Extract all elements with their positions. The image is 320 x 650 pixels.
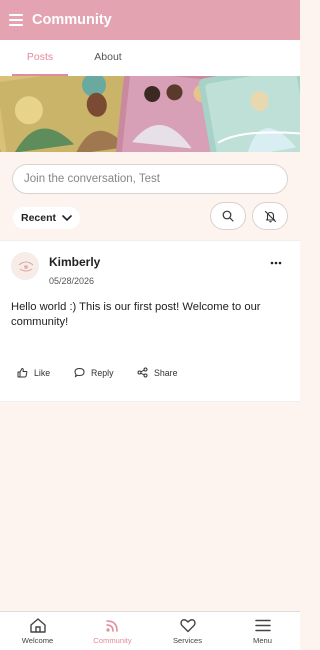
notifications-off-button[interactable] [252,202,288,230]
post-actions: Like Reply Share [0,367,300,383]
search-icon [222,210,234,222]
nav-welcome-label: Welcome [21,636,54,645]
nav-services[interactable]: Services [150,612,225,650]
feed-controls: Join the conversation, Test Recent [0,152,300,240]
share-label: Share [154,367,178,378]
post-body: Hello world :) This is our first post! W… [11,301,261,328]
bottom-navigation: Welcome Community Services Menu [0,611,300,650]
avatar[interactable] [11,252,39,280]
bell-off-icon [264,210,276,222]
nav-welcome[interactable]: Welcome [0,612,75,650]
page-title: Community [32,12,112,28]
post-card: Kimberly 05/28/2026 Hello world :) This … [0,240,300,402]
post-author[interactable]: Kimberly [49,255,100,269]
chevron-down-icon [62,214,72,221]
sort-dropdown-label: Recent [21,212,57,224]
community-banner-image [0,76,300,152]
home-icon [29,618,46,633]
tab-about[interactable]: About [68,40,148,76]
share-icon [137,367,148,378]
nav-community[interactable]: Community [75,612,150,650]
sort-dropdown[interactable]: Recent [13,207,81,229]
thumbs-up-icon [17,368,28,378]
app-bar: Community [0,0,300,40]
join-conversation-input[interactable]: Join the conversation, Test [12,164,288,194]
heart-icon [179,619,196,633]
like-label: Like [34,367,51,378]
reply-button[interactable]: Reply [74,367,114,378]
nav-services-label: Services [172,636,203,645]
menu-icon [254,619,271,632]
nav-menu-label: Menu [253,636,272,645]
broadcast-icon [105,620,118,632]
post-date: 05/28/2026 [49,276,95,286]
tab-bar: Posts About [0,40,300,76]
nav-community-label: Community [93,636,132,645]
more-options-icon[interactable] [270,261,282,265]
speech-bubble-icon [74,367,85,378]
hamburger-menu-icon[interactable] [9,14,23,26]
share-button[interactable]: Share [137,367,177,378]
like-button[interactable]: Like [17,367,50,378]
nav-menu[interactable]: Menu [225,612,300,650]
search-button[interactable] [210,202,246,230]
reply-label: Reply [91,367,114,378]
